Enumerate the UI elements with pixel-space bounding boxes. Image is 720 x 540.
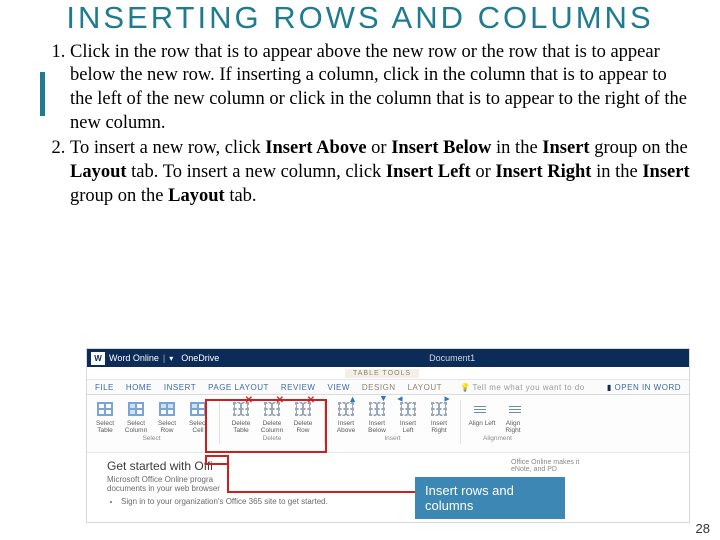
step-2: To insert a new row, click Insert Above … xyxy=(70,137,692,208)
table-tools-label: TABLE TOOLS xyxy=(345,369,419,378)
titlebar: W Word Online |▾ OneDrive Document1 xyxy=(87,349,689,367)
doc-name: Document1 xyxy=(429,353,475,363)
app-name: Word Online xyxy=(109,353,159,363)
arrow-left-icon: ▲ xyxy=(394,395,404,404)
cmd-select-table[interactable]: Select Table xyxy=(91,398,119,434)
doc-right-text: eNote, and PD xyxy=(511,466,671,473)
cmd-delete-table[interactable]: ✕Delete Table xyxy=(227,398,255,434)
x-icon: ✕ xyxy=(307,395,315,406)
ribbon-tabs: FILE HOME INSERT PAGE LAYOUT REVIEW VIEW… xyxy=(87,380,689,395)
page-number: 28 xyxy=(696,521,710,536)
cmd-delete-row[interactable]: ✕Delete Row xyxy=(289,398,317,434)
instruction-list: Click in the row that is to appear above… xyxy=(70,41,692,209)
breadcrumb-location[interactable]: OneDrive xyxy=(181,353,219,363)
bulb-icon: 💡 xyxy=(460,383,470,394)
arrow-up-icon: ▲ xyxy=(348,394,357,404)
tell-me-box[interactable]: 💡Tell me what you want to do xyxy=(460,383,595,394)
arrow-down-icon: ▲ xyxy=(379,394,388,404)
cmd-select-column[interactable]: Select Column xyxy=(122,398,150,434)
cmd-delete-column[interactable]: ✕Delete Column xyxy=(258,398,286,434)
doc-bullet: Sign in to your organization's Office 36… xyxy=(121,497,669,506)
tab-view[interactable]: VIEW xyxy=(327,383,349,394)
tab-review[interactable]: REVIEW xyxy=(281,383,316,394)
tab-design[interactable]: DESIGN xyxy=(362,383,396,394)
tab-home[interactable]: HOME xyxy=(126,383,152,394)
cmd-insert-left[interactable]: ▲Insert Left xyxy=(394,398,422,434)
cmd-select-row[interactable]: Select Row xyxy=(153,398,181,434)
word-small-icon: ▮ xyxy=(607,383,612,394)
step-1: Click in the row that is to appear above… xyxy=(70,41,692,136)
word-icon: W xyxy=(91,352,105,365)
arrow-right-icon: ▲ xyxy=(443,395,453,404)
cmd-align-left[interactable]: Align Left xyxy=(468,398,496,434)
document-area: Get started with Offi Microsoft Office O… xyxy=(87,453,689,522)
cmd-align-right[interactable]: Align Right xyxy=(499,398,527,434)
doc-right-text: Office Online makes it xyxy=(511,459,671,466)
tab-pagelayout[interactable]: PAGE LAYOUT xyxy=(208,383,269,394)
slide-title: INSERTING ROWS AND COLUMNS xyxy=(0,0,720,35)
cmd-insert-above[interactable]: ▲Insert Above xyxy=(332,398,360,434)
doc-line: documents in your web browser xyxy=(107,484,669,493)
cmd-insert-right[interactable]: ▲Insert Right xyxy=(425,398,453,434)
x-icon: ✕ xyxy=(276,395,284,406)
cmd-insert-below[interactable]: ▲Insert Below xyxy=(363,398,391,434)
x-icon: ✕ xyxy=(245,395,253,406)
group-select: Select Table Select Column Select Row Se… xyxy=(91,398,212,452)
group-alignment: Align Left Align Right Alignment xyxy=(468,398,527,452)
accent-bar xyxy=(40,72,45,116)
group-delete: ✕Delete Table ✕Delete Column ✕Delete Row… xyxy=(227,398,317,452)
tab-file[interactable]: FILE xyxy=(95,383,114,394)
open-in-word[interactable]: ▮ OPEN IN WORD xyxy=(607,383,681,394)
word-online-screenshot: W Word Online |▾ OneDrive Document1 TABL… xyxy=(86,348,690,523)
ribbon-body: Select Table Select Column Select Row Se… xyxy=(87,395,689,453)
cmd-select-cell[interactable]: Select Cell xyxy=(184,398,212,434)
group-insert: ▲Insert Above ▲Insert Below ▲Insert Left… xyxy=(332,398,453,452)
doc-line: Microsoft Office Online progra xyxy=(107,475,669,484)
context-row: TABLE TOOLS xyxy=(87,367,689,380)
tab-layout[interactable]: LAYOUT xyxy=(408,383,442,394)
tab-insert[interactable]: INSERT xyxy=(164,383,196,394)
